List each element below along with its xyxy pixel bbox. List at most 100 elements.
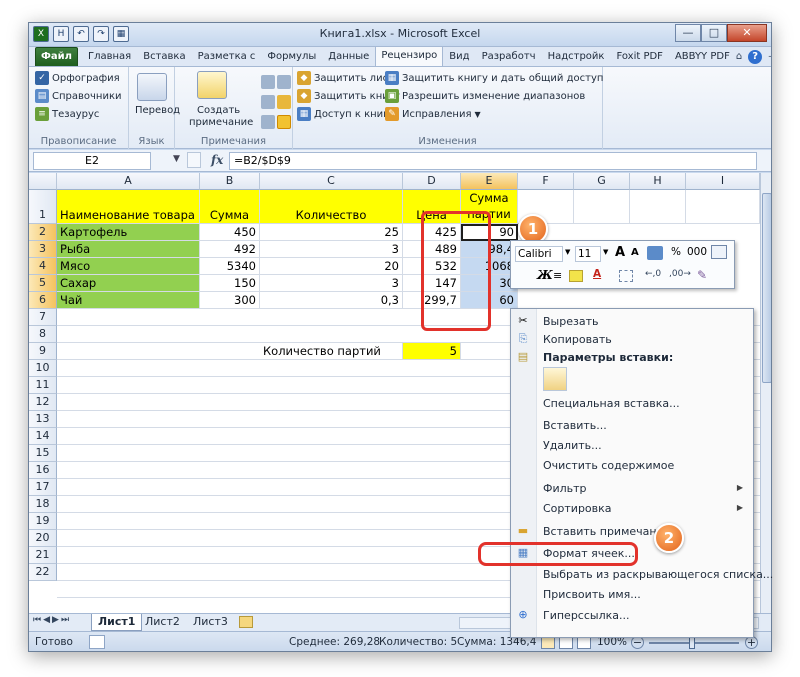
menu-item-copy[interactable]: Копировать [543,333,612,346]
row-header-1[interactable]: 1 [29,190,57,224]
tab-file[interactable]: Файл [35,47,78,66]
column-header-c[interactable]: C [260,173,403,190]
menu-item-pick-from-list[interactable]: Выбрать из раскрывающегося списка... [543,568,773,581]
cell-c6[interactable]: 0,3 [260,292,403,309]
column-header-f[interactable]: F [518,173,574,190]
insert-sheet-icon[interactable] [239,616,253,628]
format-painter-icon[interactable] [711,245,727,259]
font-name-box[interactable]: Calibri [515,246,563,262]
column-header-b[interactable]: B [200,173,260,190]
row-header-8[interactable]: 8 [29,326,57,343]
font-dropdown-icon[interactable]: ▼ [565,248,570,256]
row-header-18[interactable]: 18 [29,496,57,513]
minimize-button[interactable]: — [675,24,701,42]
spelling-button[interactable]: ✓ Орфография [35,71,120,85]
column-header-i[interactable]: I [686,173,760,190]
center-align-icon[interactable]: ≡ [553,269,562,282]
cell-a3[interactable]: Рыба [57,241,200,258]
column-header-e[interactable]: E [461,173,518,190]
maximize-button[interactable]: □ [701,24,727,42]
menu-item-hyperlink[interactable]: Гиперссылка... [543,609,630,622]
fill-color-icon[interactable] [569,270,583,282]
insert-function-icon[interactable]: fx [211,153,223,167]
menu-item-clear-contents[interactable]: Очистить содержимое [543,459,674,472]
row-header-2[interactable]: 2 [29,224,57,241]
row-header-15[interactable]: 15 [29,445,57,462]
row-header-22[interactable]: 22 [29,564,57,581]
column-header-h[interactable]: H [630,173,686,190]
cell-a1[interactable]: Наименование товара [57,190,200,224]
close-button[interactable]: ✕ [727,24,767,42]
tab-insert[interactable]: Вставка [137,47,191,66]
translate-button[interactable]: Перевод [135,105,180,116]
cell-b4[interactable]: 5340 [200,258,260,275]
font-color-icon[interactable]: A [593,268,601,280]
size-dropdown-icon[interactable]: ▼ [603,248,608,256]
vertical-scrollbar[interactable] [760,173,771,613]
bold-icon[interactable]: Ж [537,268,553,282]
increase-decimal-icon[interactable]: ←,0 [645,269,661,279]
share-workbook-button[interactable]: ▦ Доступ к книге [297,107,395,121]
font-size-box[interactable]: 11 [575,246,601,262]
sheet-tab-2[interactable]: Лист2 [139,614,186,631]
thesaurus-button[interactable]: ≡ Тезаурус [35,107,99,121]
row-header-17[interactable]: 17 [29,479,57,496]
menu-item-define-name[interactable]: Присвоить имя... [543,588,641,601]
cell-a6[interactable]: Чай [57,292,200,309]
research-button[interactable]: ▤ Справочники [35,89,122,103]
tab-view[interactable]: Вид [443,47,475,66]
cell-c3[interactable]: 3 [260,241,403,258]
comma-style-icon[interactable]: 000 [687,246,707,258]
decrease-decimal-icon[interactable]: ,00→ [669,269,691,279]
allow-edit-ranges-button[interactable]: ▣ Разрешить изменение диапазонов [385,89,585,103]
cell-h1[interactable] [630,190,686,224]
formula-bar-expand-icon[interactable] [187,152,201,168]
cell-g1[interactable] [574,190,630,224]
tab-formulas[interactable]: Формулы [261,47,322,66]
row-header-13[interactable]: 13 [29,411,57,428]
minimize-ribbon-icon[interactable]: ⌂ [736,51,742,62]
menu-item-delete[interactable]: Удалить... [543,439,602,452]
row-header-10[interactable]: 10 [29,360,57,377]
menu-item-cut[interactable]: Вырезать [543,315,598,328]
row-header-11[interactable]: 11 [29,377,57,394]
row-header-3[interactable]: 3 [29,241,57,258]
tab-addins[interactable]: Надстройк [542,47,611,66]
namebox-dropdown-icon[interactable]: ▼ [173,154,180,164]
show-all-comments-icon[interactable] [261,115,275,129]
cell-c4[interactable]: 20 [260,258,403,275]
shrink-font-icon[interactable]: A [631,247,639,258]
tab-foxit-pdf[interactable]: Foxit PDF [610,47,668,66]
cell-a5[interactable]: Сахар [57,275,200,292]
tab-data[interactable]: Данные [322,47,375,66]
row-header-21[interactable]: 21 [29,547,57,564]
new-comment-label-1[interactable]: Создать [197,105,240,116]
sheet-tab-1[interactable]: Лист1 [91,614,143,631]
cell-b6[interactable]: 300 [200,292,260,309]
row-header-7[interactable]: 7 [29,309,57,326]
cell-d9[interactable]: 5 [403,343,461,360]
tab-home[interactable]: Главная [82,47,137,66]
cell-a2[interactable]: Картофель [57,224,200,241]
delete-comment-icon[interactable] [261,75,275,89]
percent-style-icon[interactable]: % [671,246,681,258]
doc-minimize-icon[interactable]: — [768,51,771,62]
sheet-tab-3[interactable]: Лист3 [187,614,234,631]
cell-b2[interactable]: 450 [200,224,260,241]
cell-a4[interactable]: Мясо [57,258,200,275]
show-ink-icon[interactable] [277,115,291,129]
cell-c1[interactable]: Количество [260,190,403,224]
row-header-16[interactable]: 16 [29,462,57,479]
macro-record-icon[interactable] [89,635,105,649]
menu-item-sort[interactable]: Сортировка [543,502,612,515]
vertical-scroll-thumb[interactable] [762,193,771,383]
row-header-9[interactable]: 9 [29,343,57,360]
accounting-format-icon[interactable] [647,246,663,260]
cell-b1[interactable]: Сумма [200,190,260,224]
next-comment-icon[interactable] [261,95,275,109]
menu-item-filter[interactable]: Фильтр [543,482,587,495]
cell-b3[interactable]: 492 [200,241,260,258]
column-header-a[interactable]: A [57,173,200,190]
grow-font-icon[interactable]: A [615,245,625,260]
new-comment-label-2[interactable]: примечание [189,117,253,128]
